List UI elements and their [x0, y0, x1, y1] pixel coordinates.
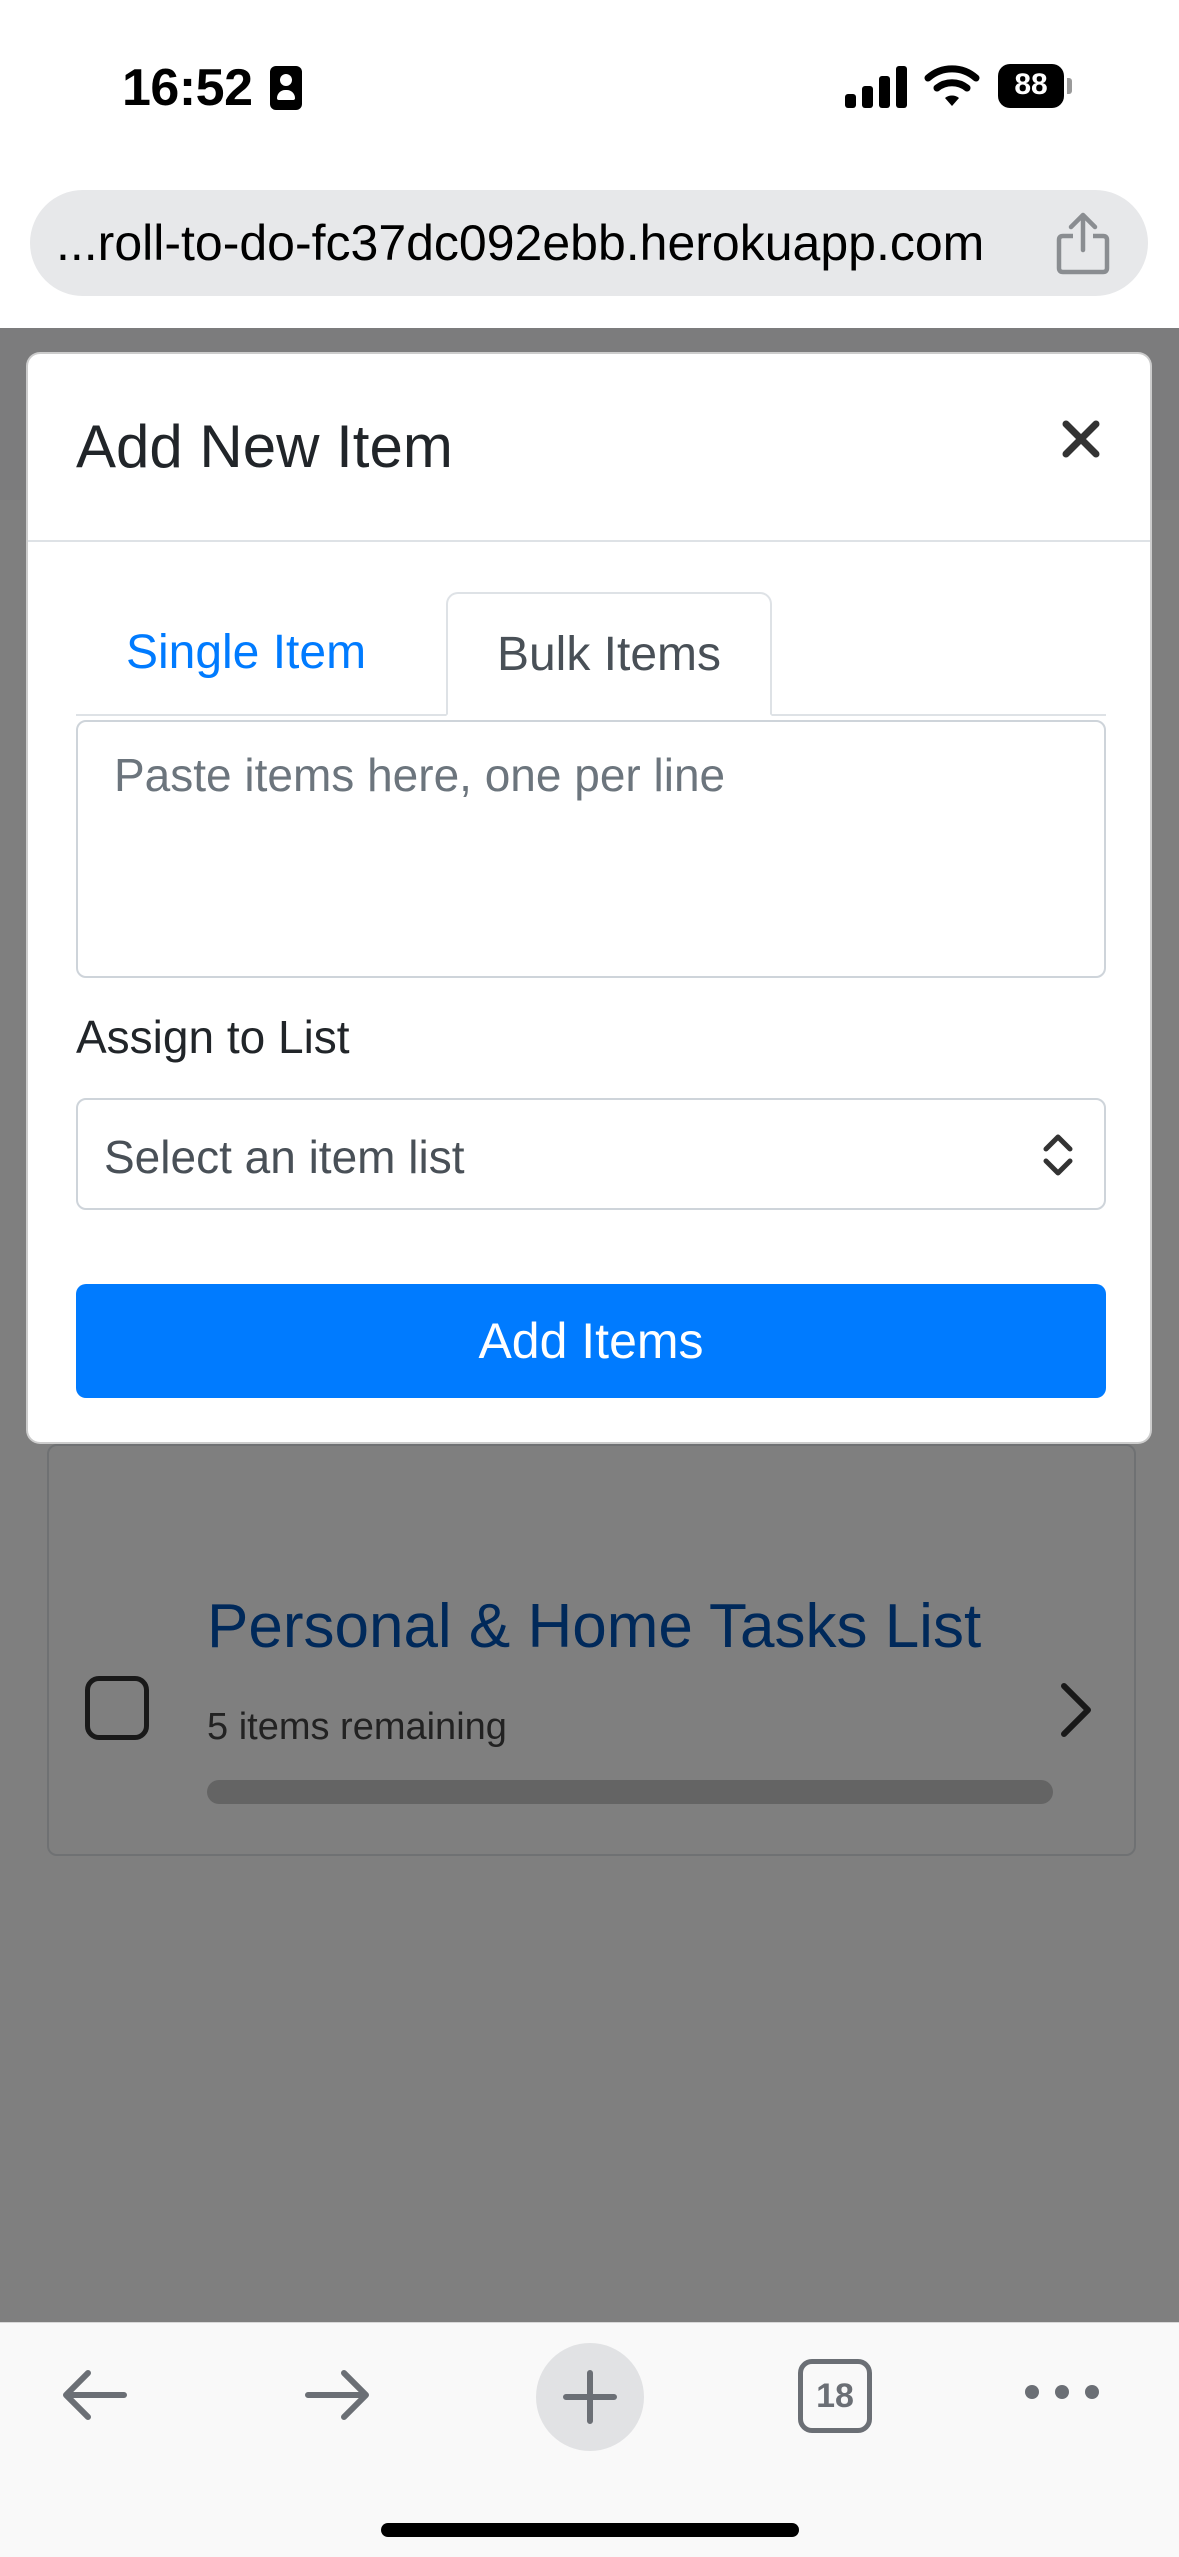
address-bar[interactable]: ...roll-to-do-fc37dc092ebb.herokuapp.com — [30, 190, 1148, 296]
close-icon[interactable] — [1058, 416, 1104, 462]
back-arrow-icon[interactable] — [58, 2363, 130, 2427]
assign-to-list-label: Assign to List — [76, 1011, 350, 1063]
tabs-icon[interactable]: 18 — [798, 2359, 872, 2433]
list-select[interactable]: Select an item list — [76, 1098, 1106, 1210]
modal-header: Add New Item — [28, 354, 1150, 542]
add-items-button[interactable]: Add Items — [76, 1284, 1106, 1398]
more-icon[interactable] — [1022, 2377, 1102, 2407]
battery-level: 88 — [1014, 68, 1048, 101]
tab-single-item[interactable]: Single Item — [76, 592, 416, 714]
contact-card-icon — [270, 66, 302, 110]
list-select-value: Select an item list — [104, 1131, 465, 1183]
url-text[interactable]: ...roll-to-do-fc37dc092ebb.herokuapp.com — [56, 214, 984, 272]
wifi-icon — [924, 65, 980, 106]
tab-bulk-items[interactable]: Bulk Items — [446, 592, 772, 716]
home-indicator — [381, 2523, 799, 2537]
plus-icon — [563, 2370, 617, 2424]
select-arrows-icon — [1043, 1134, 1073, 1176]
signal-icon — [845, 66, 907, 108]
modal-tabs: Single Item Bulk Items — [76, 592, 1106, 716]
add-item-modal: Add New Item Single Item Bulk Items Assi… — [26, 352, 1152, 1444]
browser-toolbar: 18 — [0, 2322, 1179, 2557]
battery-icon: 88 — [998, 64, 1072, 108]
status-bar: 16:52 88 — [0, 0, 1179, 175]
status-time: 16:52 — [122, 59, 253, 117]
share-icon[interactable] — [1053, 210, 1113, 276]
forward-arrow-icon[interactable] — [302, 2363, 374, 2427]
bulk-items-textarea[interactable] — [76, 720, 1106, 978]
modal-title: Add New Item — [76, 413, 453, 480]
new-tab-button[interactable] — [536, 2343, 644, 2451]
